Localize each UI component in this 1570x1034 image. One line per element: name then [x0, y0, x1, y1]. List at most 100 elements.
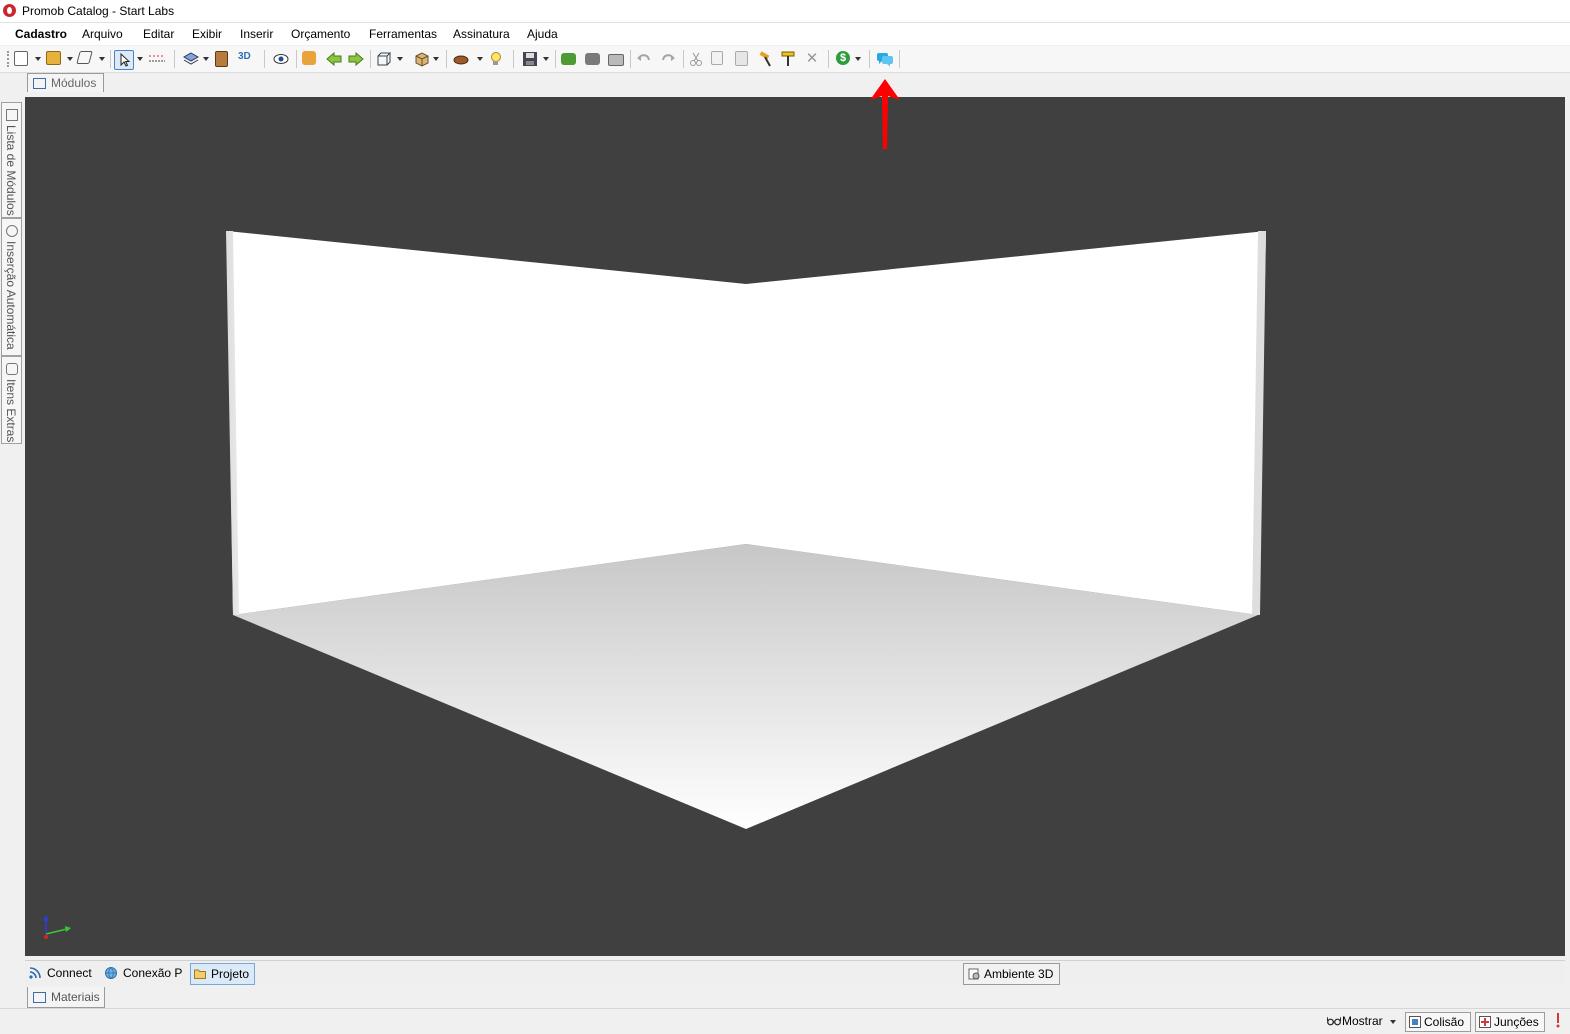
tab-projeto[interactable]: Projeto [190, 963, 255, 985]
toolbar-separator [869, 50, 870, 68]
import-icon[interactable] [585, 53, 600, 65]
delete-icon[interactable]: ✕ [804, 51, 820, 67]
toolbar-separator [370, 50, 371, 68]
tab-modulos-label: Módulos [51, 76, 97, 90]
copy-icon[interactable] [711, 51, 723, 65]
eye-icon[interactable] [273, 51, 289, 67]
toolbar-separator [899, 50, 900, 68]
sidetab-insercao-automatica[interactable]: Inserção Automática [1, 218, 22, 356]
bottom-tab-bar: Connect Conexão P Projeto Ambiente 3D [25, 960, 1565, 985]
arrow-right-icon[interactable] [348, 51, 364, 67]
shape-icon[interactable] [76, 51, 93, 64]
globe-icon [105, 967, 117, 979]
new-project-icon[interactable] [14, 51, 28, 66]
print-icon[interactable] [608, 54, 624, 66]
cube-wireframe-icon[interactable] [376, 51, 392, 67]
tab-materiais[interactable]: Materiais [27, 987, 105, 1008]
menu-ajuda[interactable]: Ajuda [527, 27, 558, 41]
menu-ferramentas[interactable]: Ferramentas [369, 27, 437, 41]
paste-icon[interactable] [735, 51, 748, 66]
tab-ambiente-3d[interactable]: Ambiente 3D [963, 963, 1060, 985]
chevron-down-icon[interactable] [35, 57, 41, 61]
juncoes-toggle[interactable]: Junções [1475, 1012, 1545, 1032]
colisao-label: Colisão [1424, 1015, 1465, 1029]
chevron-down-icon[interactable] [137, 57, 143, 61]
materials-tab-icon [33, 992, 46, 1003]
menu-assinatura[interactable]: Assinatura [453, 27, 510, 41]
render-icon[interactable] [453, 51, 469, 67]
list-icon [6, 109, 18, 121]
annotation-arrow-icon [870, 79, 900, 149]
menu-orcamento[interactable]: Orçamento [291, 27, 350, 41]
axis-gizmo [43, 915, 71, 939]
toolbar-separator [110, 50, 111, 68]
window-title: Promob Catalog - Start Labs [22, 4, 175, 18]
tab-materiais-label: Materiais [51, 990, 100, 1004]
toolbar-separator [264, 50, 265, 68]
chevron-down-icon[interactable] [99, 57, 105, 61]
menu-editar[interactable]: Editar [143, 27, 174, 41]
chevron-down-icon[interactable] [67, 57, 73, 61]
junctions-icon [1479, 1016, 1491, 1028]
export-icon[interactable] [561, 53, 576, 65]
door-icon[interactable] [215, 51, 228, 67]
toolbar-separator [630, 50, 631, 68]
promob-logo-icon [3, 4, 16, 17]
paperclip-icon [6, 363, 18, 375]
mostrar-dropdown[interactable]: Mostrar [1324, 1012, 1400, 1030]
3d-viewport[interactable] [25, 97, 1565, 956]
toolbar-separator [555, 50, 556, 68]
tab-projeto-label: Projeto [211, 967, 250, 981]
measure-icon[interactable] [148, 51, 165, 67]
light-bulb-icon[interactable] [487, 51, 503, 67]
automatic-insert-icon [6, 225, 18, 237]
chevron-down-icon[interactable] [397, 57, 403, 61]
redo-icon[interactable] [660, 51, 676, 67]
chevron-down-icon[interactable] [855, 57, 861, 61]
chevron-down-icon [1390, 1020, 1396, 1024]
3d-environment-icon [968, 968, 980, 980]
title-bar: Promob Catalog - Start Labs [0, 0, 1570, 23]
tab-modulos[interactable]: Módulos [27, 73, 104, 92]
mostrar-label: Mostrar [1342, 1014, 1383, 1028]
hammer-icon[interactable] [758, 51, 774, 67]
select-pointer-icon[interactable] [114, 50, 134, 70]
menu-exibir[interactable]: Exibir [192, 27, 222, 41]
toolbar-separator [296, 50, 297, 68]
glasses-icon [1327, 1016, 1341, 1026]
undo-icon[interactable] [636, 51, 652, 67]
rotate-view-icon[interactable] [302, 51, 316, 65]
tab-connect[interactable]: Connect [29, 963, 99, 983]
toolbar-separator [513, 50, 514, 68]
chevron-down-icon[interactable] [543, 57, 549, 61]
menu-cadastro[interactable]: Cadastro [15, 27, 67, 41]
toolbar-grip[interactable] [7, 51, 11, 67]
cut-icon[interactable] [688, 51, 704, 67]
menu-arquivo[interactable]: Arquivo [82, 27, 123, 41]
modules-tab-icon [33, 78, 46, 89]
paint-roller-icon[interactable] [781, 51, 797, 67]
chevron-down-icon[interactable] [433, 57, 439, 61]
layers-icon[interactable] [182, 51, 200, 67]
sidetab-itens-extras[interactable]: Itens Extras [1, 356, 22, 444]
toolbar-separator [683, 50, 684, 68]
colisao-toggle[interactable]: Colisão [1405, 1012, 1471, 1032]
box-icon[interactable] [414, 51, 430, 67]
chat-icon[interactable] [876, 51, 893, 67]
toolbar-separator [446, 50, 447, 68]
chevron-down-icon[interactable] [477, 57, 483, 61]
toolbar-separator [174, 50, 175, 68]
modules-icon[interactable] [46, 51, 61, 65]
3d-view-icon[interactable]: 3D [238, 51, 254, 67]
chevron-down-icon[interactable] [203, 57, 209, 61]
status-bar: Mostrar Colisão Junções [0, 1008, 1570, 1034]
menu-inserir[interactable]: Inserir [240, 27, 273, 41]
sidetab-lista-de-modulos[interactable]: Lista de Módulos [1, 102, 22, 218]
tab-conexao[interactable]: Conexão P [105, 963, 187, 983]
toolbar-separator [828, 50, 829, 68]
budget-icon[interactable]: $ [836, 51, 850, 65]
arrow-left-icon[interactable] [326, 51, 342, 67]
alert-icon[interactable] [1552, 1012, 1566, 1030]
save-icon[interactable] [522, 51, 538, 67]
juncoes-label: Junções [1494, 1015, 1539, 1029]
